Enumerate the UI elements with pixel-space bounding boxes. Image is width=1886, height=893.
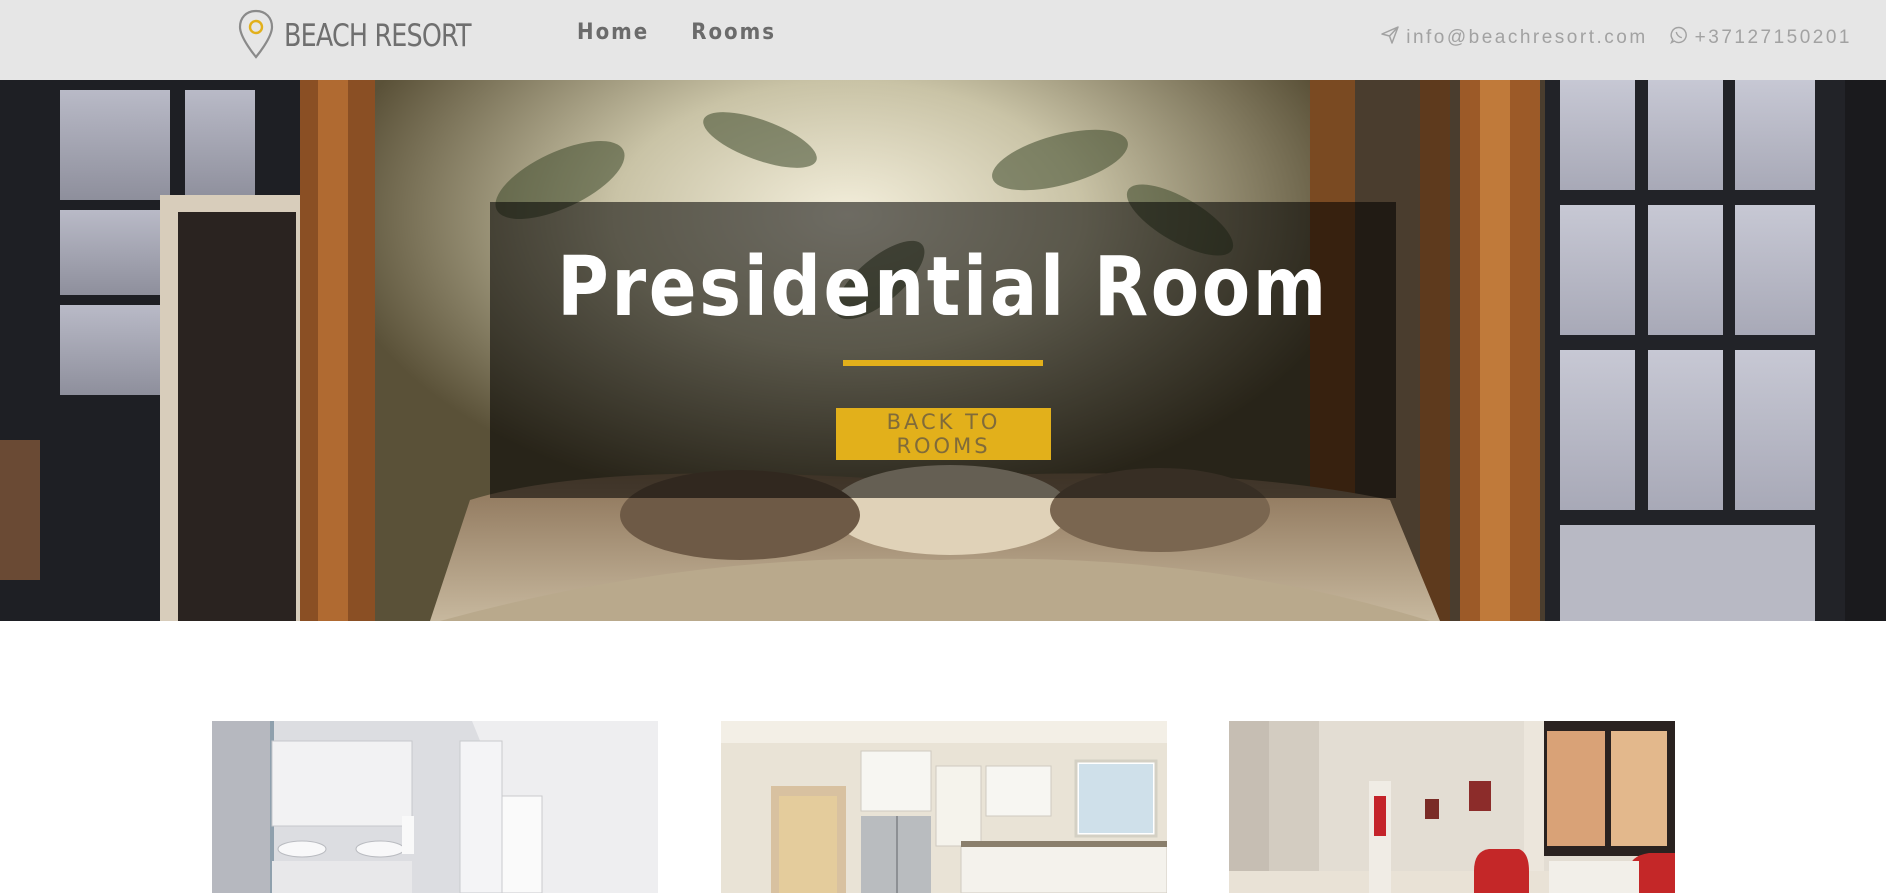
logo-text: BEACH RESORT <box>284 18 472 54</box>
logo[interactable]: BEACH RESORT <box>236 8 512 65</box>
email-text: info@beachresort.com <box>1406 27 1648 48</box>
gallery-image-living-room[interactable] <box>1229 721 1675 893</box>
hero-section: Presidential Room BACK TO ROOMS <box>0 80 1886 621</box>
back-to-rooms-button[interactable]: BACK TO ROOMS <box>836 408 1051 460</box>
room-title: Presidential Room <box>557 240 1329 335</box>
title-underline <box>843 360 1043 366</box>
main-nav: Home Rooms <box>577 20 776 45</box>
contact-info: info@beachresort.com +37127150201 <box>1381 26 1852 50</box>
navbar: BEACH RESORT Home Rooms info@beachresort… <box>0 0 1886 80</box>
phone-link[interactable]: +37127150201 <box>1669 26 1852 50</box>
nav-rooms-link[interactable]: Rooms <box>691 20 776 45</box>
room-gallery <box>212 721 1675 893</box>
whatsapp-icon <box>1669 26 1688 50</box>
phone-text: +37127150201 <box>1694 27 1852 48</box>
nav-home-link[interactable]: Home <box>577 20 649 45</box>
gallery-image-kitchen[interactable] <box>721 721 1167 893</box>
map-pin-icon <box>236 8 276 65</box>
email-link[interactable]: info@beachresort.com <box>1381 26 1647 50</box>
paper-plane-icon <box>1381 26 1399 50</box>
hero-banner: Presidential Room BACK TO ROOMS <box>490 202 1396 498</box>
gallery-image-bathroom[interactable] <box>212 721 658 893</box>
